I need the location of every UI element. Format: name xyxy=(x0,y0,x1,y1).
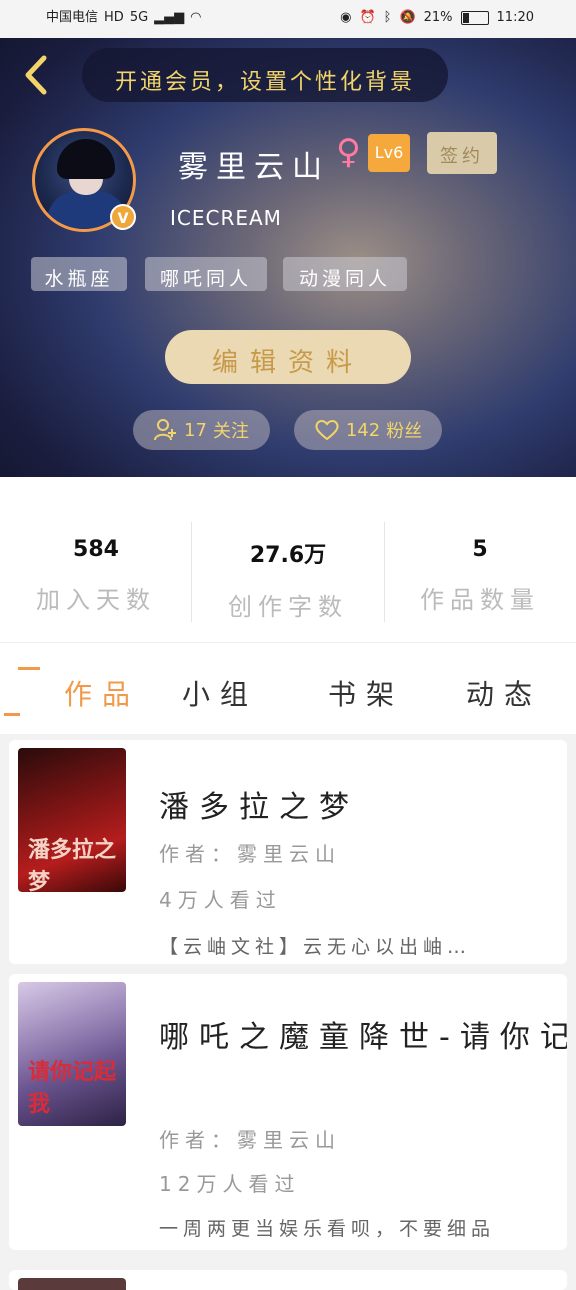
book-cover: 请你记起我 xyxy=(18,982,126,1126)
book-cover: 潘多拉之梦 xyxy=(18,748,126,892)
work-card[interactable] xyxy=(9,1270,567,1290)
work-title: 潘多拉之梦 xyxy=(159,790,359,825)
content-tabs: 作品 小组 书架 动态 xyxy=(0,642,576,735)
hd-icon: HD xyxy=(104,10,124,25)
work-description: 一周两更当娱乐看呗，不要细品 xyxy=(159,1218,496,1240)
following-count: 17 xyxy=(184,419,207,441)
vip-upgrade-banner[interactable]: 开通会员，设置个性化背景 xyxy=(82,48,448,102)
tag-nezha-fanfic[interactable]: 哪吒同人 xyxy=(145,257,267,291)
bluetooth-icon: ᛒ xyxy=(383,10,392,25)
tag-zodiac[interactable]: 水瓶座 xyxy=(31,257,127,291)
work-title: 哪吒之魔童降世-请你记 xyxy=(159,1020,567,1055)
mute-icon: 🔕 xyxy=(399,10,416,25)
network-label: 5G xyxy=(129,10,149,25)
add-user-icon xyxy=(154,419,177,441)
battery-percent: 21% xyxy=(423,10,453,25)
signal-icon: ▂▄▆ xyxy=(154,10,185,25)
stat-works-count: 5 作品数量 xyxy=(384,537,576,615)
stat-label: 加入天数 xyxy=(36,586,156,614)
cover-title: 请你记起我 xyxy=(28,1059,117,1117)
username: 雾里云山 xyxy=(178,150,330,185)
following-button[interactable]: 17 关注 xyxy=(133,410,270,450)
work-readers: 12万人看过 xyxy=(159,1172,301,1196)
stat-value: 5 xyxy=(472,537,488,562)
battery-icon xyxy=(460,11,489,25)
tab-bookshelf[interactable]: 书架 xyxy=(328,673,404,713)
tab-underline xyxy=(4,713,20,716)
eye-icon: ◉ xyxy=(340,10,352,25)
followers-button[interactable]: 142 粉丝 xyxy=(294,410,442,450)
sign-contract-button[interactable]: 签约 xyxy=(427,132,497,174)
back-arrow-icon[interactable] xyxy=(18,52,54,98)
stat-label: 创作字数 xyxy=(228,593,348,621)
carrier-label: 中国电信 xyxy=(46,10,99,25)
works-list: 潘多拉之梦 潘多拉之梦 作者：雾里云山 4万人看过 【云岫文社】云无心以出岫… … xyxy=(0,734,576,1290)
clock: 11:20 xyxy=(496,10,534,25)
work-description: 【云岫文社】云无心以出岫… xyxy=(159,936,472,958)
tab-works[interactable]: 作品 xyxy=(64,673,140,713)
work-readers: 4万人看过 xyxy=(159,888,282,912)
work-author: 作者：雾里云山 xyxy=(159,842,341,866)
wifi-icon: ◠ xyxy=(190,10,202,25)
tag-anime-fanfic[interactable]: 动漫同人 xyxy=(283,257,407,291)
stat-join-days: 584 加入天数 xyxy=(0,537,192,615)
followers-label: 粉丝 xyxy=(386,421,423,442)
stat-value: 584 xyxy=(73,537,119,562)
stat-word-count: 27.6万 创作字数 xyxy=(192,537,384,622)
nickname: ICECREAM xyxy=(170,206,282,230)
work-card[interactable]: 潘多拉之梦 潘多拉之梦 作者：雾里云山 4万人看过 【云岫文社】云无心以出岫… xyxy=(9,740,567,964)
tab-activity[interactable]: 动态 xyxy=(466,673,542,713)
verified-badge-icon: V xyxy=(110,204,136,230)
work-author: 作者：雾里云山 xyxy=(159,1128,341,1152)
vip-banner-text: 开通会员，设置个性化背景 xyxy=(114,70,415,95)
followers-count: 142 xyxy=(345,419,381,441)
status-bar: 中国电信 HD 5G ▂▄▆ ◠ ◉ ⏰ ᛒ 🔕 21% 11:20 xyxy=(0,0,576,38)
following-label: 关注 xyxy=(212,421,249,442)
work-card[interactable]: 请你记起我 哪吒之魔童降世-请你记 作者：雾里云山 12万人看过 一周两更当娱乐… xyxy=(9,974,567,1250)
stats-panel: 584 加入天数 27.6万 创作字数 5 作品数量 xyxy=(0,477,576,642)
active-tab-indicator xyxy=(18,667,40,670)
edit-profile-button[interactable]: 编辑资料 xyxy=(165,330,411,384)
alarm-icon: ⏰ xyxy=(359,10,376,25)
level-badge: Lv6 xyxy=(368,134,410,172)
cover-title: 潘多拉之梦 xyxy=(28,837,117,892)
female-gender-icon: ♀ xyxy=(336,132,361,172)
stat-label: 作品数量 xyxy=(420,586,540,614)
heart-icon xyxy=(315,420,339,441)
tab-groups[interactable]: 小组 xyxy=(182,673,258,713)
stat-value: 27.6万 xyxy=(249,543,327,568)
